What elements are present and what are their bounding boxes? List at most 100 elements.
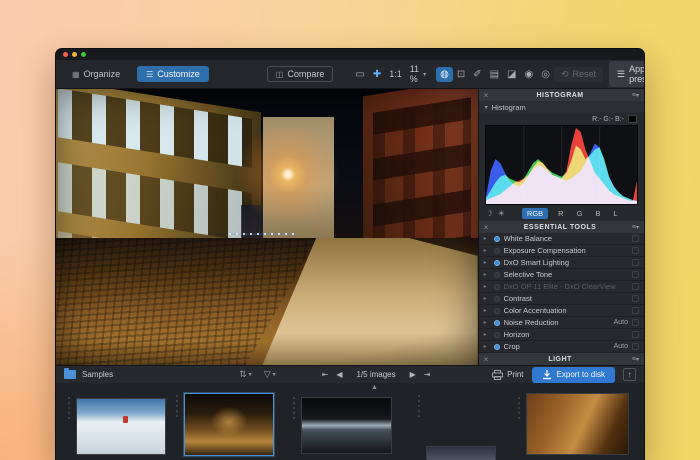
channel-g-button[interactable]: G bbox=[574, 208, 586, 219]
tab-customize[interactable]: ☰ Customize bbox=[137, 66, 209, 82]
enable-toggle[interactable] bbox=[494, 284, 500, 290]
disclosure-icon[interactable]: ▸ bbox=[484, 271, 490, 278]
disclosure-icon[interactable]: ▸ bbox=[484, 235, 490, 242]
zoom-level-value[interactable]: 11 % bbox=[406, 64, 423, 84]
channel-b-button[interactable]: B bbox=[592, 208, 603, 219]
rating-dots[interactable] bbox=[293, 397, 295, 422]
eye-preview-icon[interactable]: ◉ bbox=[521, 67, 538, 82]
filmstrip-thumbnails: ▲ bbox=[56, 383, 644, 460]
zoom-window-button[interactable] bbox=[81, 52, 86, 57]
histogram-section-row[interactable]: ▾ Histogram bbox=[479, 101, 644, 113]
rating-dots[interactable] bbox=[176, 395, 178, 420]
tool-row-contrast[interactable]: ▸ Contrast bbox=[479, 293, 644, 305]
apply-preset-label: Apply preset bbox=[629, 64, 645, 84]
panel-menu-icon[interactable]: ≡▾ bbox=[632, 92, 639, 99]
enable-toggle[interactable] bbox=[494, 260, 500, 266]
row-action-button[interactable] bbox=[632, 295, 639, 302]
row-action-button[interactable] bbox=[632, 271, 639, 278]
apply-preset-button[interactable]: ☰ Apply preset bbox=[609, 61, 645, 87]
tool-row-noise-reduction[interactable]: ▸ Noise Reduction Auto bbox=[479, 317, 644, 329]
compare-button[interactable]: ◫ Compare bbox=[267, 66, 334, 82]
panel-menu-icon[interactable]: ≡▾ bbox=[632, 224, 639, 231]
tool-label: DxO OP 11 Elite - DxO ClearView bbox=[504, 282, 624, 291]
tool-row-selective-tone[interactable]: ▸ Selective Tone bbox=[479, 269, 644, 281]
channel-r-button[interactable]: R bbox=[555, 208, 566, 219]
sort-button[interactable]: ⇅ ▾ bbox=[239, 369, 252, 380]
histogram-plot[interactable] bbox=[485, 125, 638, 205]
folder-name[interactable]: Samples bbox=[82, 370, 113, 379]
crop-tool-icon[interactable]: ⊡ bbox=[453, 67, 469, 82]
row-action-button[interactable] bbox=[632, 259, 639, 266]
channel-buttons: RGB R G B L bbox=[522, 208, 621, 219]
enable-toggle[interactable] bbox=[494, 320, 500, 326]
organize-label: Organize bbox=[84, 69, 121, 79]
channel-l-button[interactable]: L bbox=[610, 208, 620, 219]
close-window-button[interactable] bbox=[63, 52, 68, 57]
disclosure-icon[interactable]: ▸ bbox=[484, 307, 490, 314]
next-image-button[interactable]: ▶ bbox=[410, 370, 416, 379]
print-button[interactable]: Print bbox=[492, 370, 523, 380]
panel-menu-icon[interactable]: ≡▾ bbox=[632, 356, 639, 363]
highlight-clipping-icon[interactable]: ☀ bbox=[498, 209, 505, 218]
ruler-tool-icon[interactable]: ▤ bbox=[486, 67, 503, 82]
tool-row-white-balance[interactable]: ▸ White Balance bbox=[479, 233, 644, 245]
disclosure-icon[interactable]: ▸ bbox=[484, 343, 490, 350]
tool-row-exposure-compensation[interactable]: ▸ Exposure Compensation bbox=[479, 245, 644, 257]
tool-row-horizon[interactable]: ▸ Horizon bbox=[479, 329, 644, 341]
color-picker-tool-icon[interactable]: ◍ bbox=[436, 67, 453, 82]
disclosure-icon[interactable]: ▸ bbox=[484, 283, 490, 290]
enable-toggle[interactable] bbox=[494, 344, 500, 350]
tool-row-crop[interactable]: ▸ Crop Auto bbox=[479, 341, 644, 353]
row-action-button[interactable] bbox=[632, 235, 639, 242]
photo-canvas[interactable] bbox=[56, 89, 478, 365]
export-to-disk-button[interactable]: Export to disk bbox=[532, 367, 615, 383]
enable-toggle[interactable] bbox=[494, 272, 500, 278]
previous-image-button[interactable]: ◀ bbox=[336, 370, 342, 379]
thumbnail-man-in-hut[interactable] bbox=[526, 393, 629, 455]
rating-dots[interactable] bbox=[418, 395, 420, 420]
tool-row-color-accentuation[interactable]: ▸ Color Accentuation bbox=[479, 305, 644, 317]
channel-rgb-button[interactable]: RGB bbox=[522, 208, 548, 219]
zoom-one-to-one-button[interactable]: 1:1 bbox=[385, 69, 406, 79]
enable-toggle[interactable] bbox=[494, 308, 500, 314]
row-action-button[interactable] bbox=[632, 331, 639, 338]
row-action-button[interactable] bbox=[632, 247, 639, 254]
tool-row-dxo-smart-lighting[interactable]: ▸ DxO Smart Lighting bbox=[479, 257, 644, 269]
thumbnail-acrobats-sunset[interactable] bbox=[426, 446, 496, 460]
tool-row-dxo-clearview[interactable]: ▸ DxO OP 11 Elite - DxO ClearView bbox=[479, 281, 644, 293]
row-action-button[interactable] bbox=[632, 283, 639, 290]
last-image-button[interactable]: ⇥ bbox=[424, 370, 431, 379]
thumbnail-snow-skier[interactable] bbox=[76, 398, 166, 455]
rating-dots[interactable] bbox=[518, 397, 520, 422]
zoom-dropdown-icon[interactable]: ▾ bbox=[423, 71, 426, 78]
pan-tool-icon[interactable]: ✚ bbox=[369, 67, 385, 82]
red-eye-tool-icon[interactable]: ◎ bbox=[537, 67, 554, 82]
share-button[interactable]: ↑ bbox=[623, 368, 636, 381]
disclosure-icon[interactable]: ▸ bbox=[484, 331, 490, 338]
row-action-button[interactable] bbox=[632, 319, 639, 326]
enable-toggle[interactable] bbox=[494, 248, 500, 254]
shadow-clipping-icon[interactable]: ☽ bbox=[486, 209, 493, 218]
thumbnail-ocean-wave[interactable] bbox=[301, 397, 392, 454]
minimize-window-button[interactable] bbox=[72, 52, 77, 57]
disclosure-icon[interactable]: ▸ bbox=[484, 259, 490, 266]
row-action-button[interactable] bbox=[632, 307, 639, 314]
enable-toggle[interactable] bbox=[494, 236, 500, 242]
enable-toggle[interactable] bbox=[494, 332, 500, 338]
auto-label: Auto bbox=[614, 343, 628, 350]
rating-dots[interactable] bbox=[68, 397, 70, 422]
filter-button[interactable]: ▽ ▾ bbox=[264, 369, 276, 380]
disclosure-icon[interactable]: ▸ bbox=[484, 295, 490, 302]
disclosure-icon[interactable]: ▸ bbox=[484, 319, 490, 326]
row-action-button[interactable] bbox=[632, 343, 639, 350]
tool-label: Selective Tone bbox=[504, 270, 624, 279]
first-image-button[interactable]: ⇤ bbox=[322, 370, 329, 379]
reset-button[interactable]: ⟲ Reset bbox=[554, 67, 603, 82]
thumbnail-night-street[interactable] bbox=[184, 393, 274, 456]
eraser-tool-icon[interactable]: ◪ bbox=[503, 67, 520, 82]
tab-organize[interactable]: ▦ Organize bbox=[63, 66, 129, 82]
fullscreen-icon[interactable]: ▭ bbox=[351, 67, 368, 82]
disclosure-icon[interactable]: ▸ bbox=[484, 247, 490, 254]
enable-toggle[interactable] bbox=[494, 296, 500, 302]
brush-tool-icon[interactable]: ✐ bbox=[469, 67, 485, 82]
